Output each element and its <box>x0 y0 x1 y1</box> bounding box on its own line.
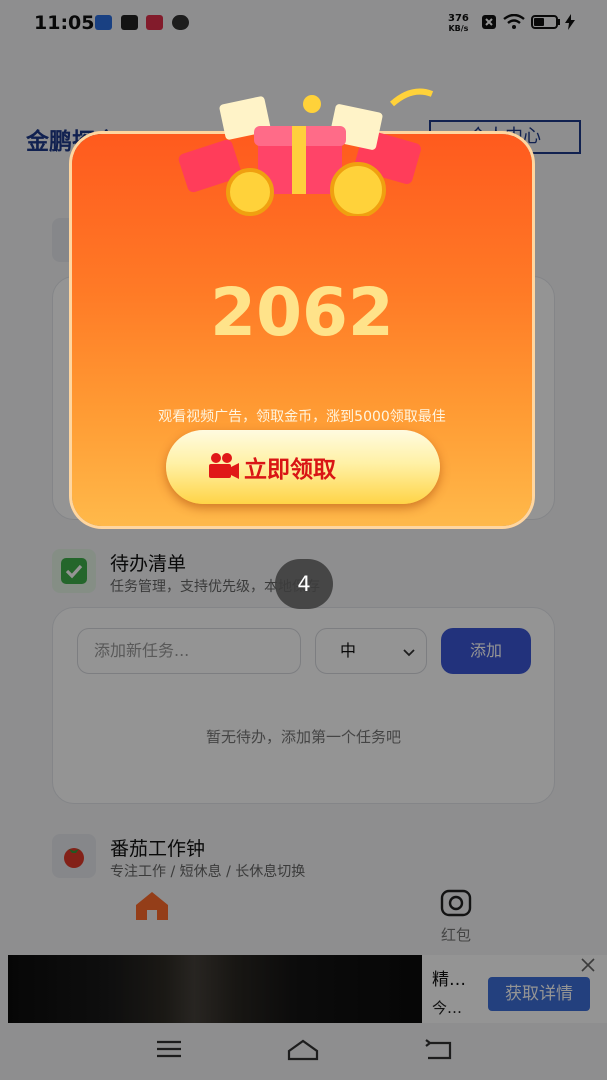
countdown-badge: 4 <box>275 559 333 609</box>
gift-coins-illustration <box>178 88 434 216</box>
reward-description: 观看视频广告，领取金币，涨到5000领取最佳 <box>158 409 446 425</box>
reward-amount: 2062 <box>210 274 394 351</box>
reward-popup: 2062 观看视频广告，领取金币，涨到5000领取最佳 立即领取 <box>72 88 532 526</box>
claim-now-button[interactable]: 立即领取 <box>166 430 440 504</box>
claim-now-label: 立即领取 <box>244 457 336 483</box>
video-camera-icon <box>209 453 239 479</box>
